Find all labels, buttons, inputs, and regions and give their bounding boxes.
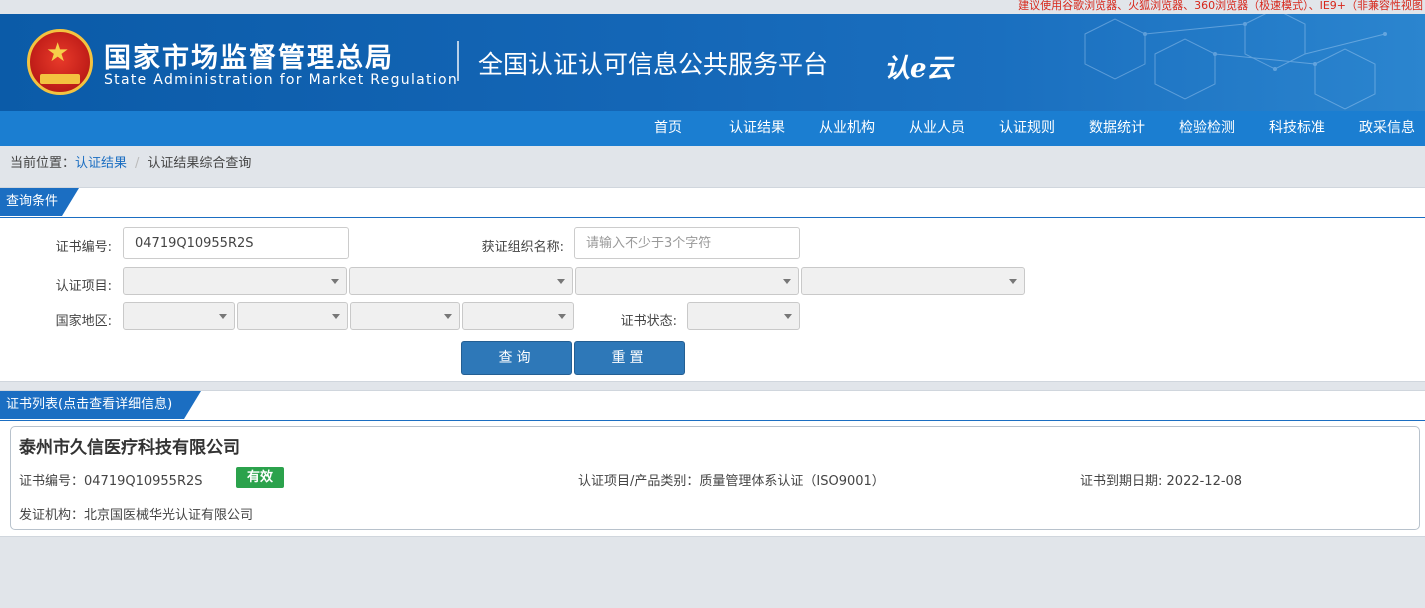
- expiry-value: 2022-12-08: [1166, 474, 1243, 489]
- query-panel-header: 查询条件: [0, 188, 1425, 218]
- org-name-input[interactable]: [574, 227, 800, 259]
- breadcrumb-prefix: 当前位置：: [10, 156, 76, 171]
- results-panel-title: 证书列表(点击查看详细信息): [0, 391, 201, 419]
- nav-item-home[interactable]: 首页: [654, 111, 682, 146]
- chevron-down-icon: [783, 279, 791, 284]
- chevron-down-icon: [1009, 279, 1017, 284]
- cert-no-label: 证书编号:: [55, 240, 112, 255]
- issuer-field: 发证机构：北京国医械华光认证有限公司: [19, 504, 253, 523]
- cert-no-field-label: 证书编号：: [19, 474, 85, 489]
- platform-title: 全国认证认可信息公共服务平台: [478, 50, 829, 79]
- cert-no-field: 证书编号：04719Q10955R2S: [19, 470, 203, 489]
- chevron-down-icon: [444, 314, 452, 319]
- nav-item-inspection[interactable]: 检验检测: [1179, 111, 1235, 146]
- org-name-label: 获证组织名称:: [481, 240, 564, 255]
- status-select[interactable]: [687, 302, 800, 330]
- status-badge: 有效: [236, 467, 284, 488]
- chevron-down-icon: [557, 279, 565, 284]
- project-value: 质量管理体系认证（ISO9001）: [699, 474, 885, 489]
- nav-item-personnel[interactable]: 从业人员: [909, 111, 965, 146]
- region-select-2[interactable]: [237, 302, 348, 330]
- project-select-1[interactable]: [123, 267, 347, 295]
- nav-item-cert-results[interactable]: 认证结果: [729, 111, 785, 146]
- network-decoration-icon: [1084, 14, 1387, 110]
- search-button[interactable]: 查询: [461, 341, 572, 375]
- nav-item-cert-rules[interactable]: 认证规则: [999, 111, 1055, 146]
- region-label: 国家地区:: [55, 314, 112, 329]
- national-emblem-icon: ★: [27, 29, 93, 95]
- issuer-field-label: 发证机构：: [19, 508, 85, 523]
- chevron-down-icon: [784, 314, 792, 319]
- region-select-3[interactable]: [350, 302, 460, 330]
- org-name-en: State Administration for Market Regulati…: [104, 72, 459, 88]
- nav-item-institutions[interactable]: 从业机构: [819, 111, 875, 146]
- nav-item-procurement[interactable]: 政采信息: [1359, 111, 1415, 146]
- project-field-label: 认证项目/产品类别：: [578, 474, 700, 489]
- project-select-2[interactable]: [349, 267, 573, 295]
- breadcrumb-current: 认证结果综合查询: [147, 156, 252, 171]
- header-divider: [457, 41, 459, 81]
- status-label: 证书状态:: [620, 314, 677, 329]
- project-field: 认证项目/产品类别：质量管理体系认证（ISO9001）: [578, 470, 885, 489]
- breadcrumb-separator: /: [135, 156, 140, 171]
- region-select-1[interactable]: [123, 302, 235, 330]
- cert-no-value: 04719Q10955R2S: [84, 474, 203, 489]
- expiry-field: 证书到期日期: 2022-12-08: [1080, 470, 1242, 489]
- reset-button[interactable]: 重置: [574, 341, 685, 375]
- breadcrumb: 当前位置：认证结果 / 认证结果综合查询: [0, 146, 1425, 186]
- issuer-value: 北京国医械华光认证有限公司: [84, 508, 254, 523]
- region-select-4[interactable]: [462, 302, 574, 330]
- project-label: 认证项目:: [55, 279, 112, 294]
- header-banner: ★ 国家市场监督管理总局 State Administration for Ma…: [0, 14, 1425, 111]
- chevron-down-icon: [558, 314, 566, 319]
- browser-notice: 建议使用谷歌浏览器、火狐浏览器、360浏览器（极速模式）、IE9+（非兼容性视图: [1018, 0, 1423, 12]
- results-panel-header: 证书列表(点击查看详细信息): [0, 391, 1425, 421]
- chevron-down-icon: [332, 314, 340, 319]
- breadcrumb-link-cert-results[interactable]: 认证结果: [75, 156, 127, 171]
- cert-no-input[interactable]: [123, 227, 349, 259]
- nav-item-standards[interactable]: 科技标准: [1269, 111, 1325, 146]
- company-name: 泰州市久信医疗科技有限公司: [19, 438, 240, 458]
- nav-item-statistics[interactable]: 数据统计: [1089, 111, 1145, 146]
- main-nav: 首页 认证结果 从业机构 从业人员 认证规则 数据统计 检验检测 科技标准 政采…: [0, 111, 1425, 146]
- chevron-down-icon: [219, 314, 227, 319]
- query-panel: 查询条件 证书编号: 获证组织名称: 认证项目: 国家地区: 证书状态: 查询 …: [0, 187, 1425, 382]
- org-name-cn: 国家市场监督管理总局: [104, 43, 394, 74]
- project-select-4[interactable]: [801, 267, 1025, 295]
- cert-result-card[interactable]: 泰州市久信医疗科技有限公司 证书编号：04719Q10955R2S 有效 认证项…: [10, 426, 1420, 530]
- chevron-down-icon: [331, 279, 339, 284]
- platform-logo: 认e云: [884, 54, 953, 84]
- project-select-3[interactable]: [575, 267, 799, 295]
- expiry-field-label: 证书到期日期:: [1080, 474, 1163, 489]
- query-panel-title: 查询条件: [0, 188, 79, 216]
